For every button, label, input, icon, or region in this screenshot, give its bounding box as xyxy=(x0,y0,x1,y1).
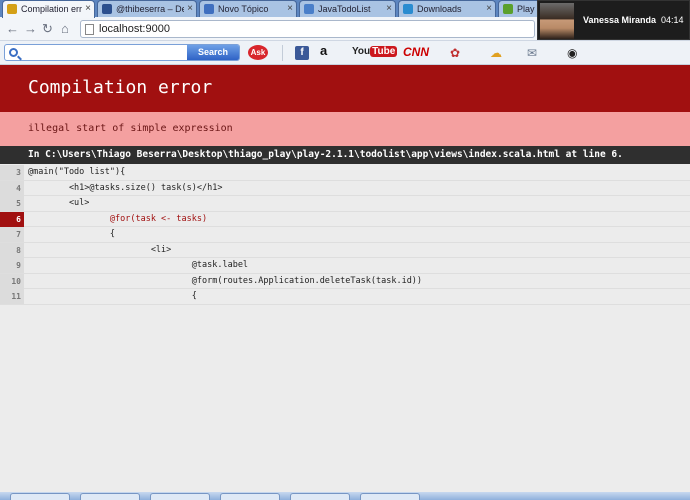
line-number: 3 xyxy=(0,165,24,180)
line-number: 10 xyxy=(0,273,24,289)
tab-downloads[interactable]: Downloads × xyxy=(398,0,496,17)
line-number: 8 xyxy=(0,242,24,258)
code-line: 10 @form(routes.Application.deleteTask(t… xyxy=(0,273,690,289)
page-favicon-icon xyxy=(503,4,513,14)
source-code: 3 @main("Todo list"){ 4 <h1>@tasks.size(… xyxy=(0,165,690,305)
page-favicon-icon xyxy=(304,4,314,14)
page-favicon-icon xyxy=(102,4,112,14)
amazon-icon[interactable]: a xyxy=(320,43,338,60)
taskbar-button[interactable] xyxy=(80,493,140,500)
chat-notification[interactable]: Vanessa Miranda 04:14 xyxy=(537,0,690,40)
code-text: { xyxy=(28,291,197,301)
page-icon xyxy=(85,24,94,35)
code-line-error: 6 @for(task <- tasks) xyxy=(0,211,690,227)
forward-icon[interactable]: → xyxy=(24,21,37,36)
error-file-path: In C:\Users\Thiago Beserra\Desktop\thiag… xyxy=(28,149,623,160)
line-number: 7 xyxy=(0,227,24,242)
cnn-icon[interactable]: CNN xyxy=(403,45,433,62)
taskbar-button[interactable] xyxy=(10,493,70,500)
puzzle-icon[interactable]: ✿ xyxy=(450,46,468,63)
code-line: 3 @main("Todo list"){ xyxy=(0,165,690,181)
reload-icon[interactable]: ↻ xyxy=(42,21,53,37)
close-icon[interactable]: × xyxy=(85,3,91,14)
tab-label: Compilation erro xyxy=(21,4,82,14)
taskbar-button[interactable] xyxy=(360,493,420,500)
error-file-bar: In C:\Users\Thiago Beserra\Desktop\thiag… xyxy=(0,146,690,164)
toolbar-search-input[interactable]: Search xyxy=(4,44,240,61)
search-button[interactable]: Search xyxy=(187,45,239,60)
taskbar-button[interactable] xyxy=(290,493,350,500)
code-text: <h1>@tasks.size() task(s)</h1> xyxy=(28,182,223,193)
divider xyxy=(282,45,283,61)
back-icon[interactable]: ← xyxy=(6,21,19,36)
close-icon[interactable]: × xyxy=(287,3,293,14)
mail-icon[interactable]: ✉ xyxy=(527,46,545,63)
tab-label: Novo Tópico xyxy=(218,4,269,14)
facebook-icon[interactable]: f xyxy=(295,46,309,60)
youtube-icon[interactable]: You Tube xyxy=(352,46,398,63)
code-line: 11 { xyxy=(0,289,690,305)
tab-label: Play F xyxy=(517,4,535,14)
code-text: { xyxy=(28,229,115,239)
tab-thibeserra[interactable]: @thibeserra – De × xyxy=(97,0,197,17)
error-message: illegal start of simple expression xyxy=(28,123,233,134)
code-line: 9 @task.label xyxy=(0,258,690,274)
tab-label: JavaTodoList xyxy=(318,4,371,14)
close-icon[interactable]: × xyxy=(486,3,492,14)
line-number: 4 xyxy=(0,180,24,196)
address-url[interactable]: localhost:9000 xyxy=(99,23,170,35)
code-text: @main("Todo list"){ xyxy=(28,167,126,177)
home-icon[interactable]: ⌂ xyxy=(61,21,69,36)
error-header: Compilation error xyxy=(0,65,690,112)
tab-label: Downloads xyxy=(417,4,462,14)
code-line: 5 <ul> xyxy=(0,196,690,212)
line-number: 9 xyxy=(0,258,24,273)
page-favicon-icon xyxy=(204,4,214,14)
code-text: @task.label xyxy=(28,260,249,270)
page-favicon-icon xyxy=(7,4,17,14)
page-title: Compilation error xyxy=(28,77,213,98)
code-text: <ul> xyxy=(28,198,90,208)
line-number: 5 xyxy=(0,196,24,211)
tab-label: @thibeserra – De xyxy=(116,4,184,14)
code-line: 7 { xyxy=(0,227,690,243)
os-taskbar xyxy=(0,492,690,500)
browser-window: Compilation erro × @thibeserra – De × No… xyxy=(0,0,690,500)
close-icon[interactable]: × xyxy=(386,3,392,14)
tab-novo-topico[interactable]: Novo Tópico × xyxy=(199,0,297,17)
contact-name: Vanessa Miranda xyxy=(583,15,657,25)
code-text: @form(routes.Application.deleteTask(task… xyxy=(28,275,423,286)
youtube-label-you: You xyxy=(352,46,371,57)
taskbar-button[interactable] xyxy=(220,493,280,500)
line-number: 6 xyxy=(0,211,24,227)
code-line: 8 <li> xyxy=(0,242,690,258)
code-text: @for(task <- tasks) xyxy=(28,213,208,224)
search-icon xyxy=(9,48,18,57)
close-icon[interactable]: × xyxy=(187,3,193,14)
weather-icon[interactable]: ☁ xyxy=(490,46,508,63)
download-icon xyxy=(403,4,413,14)
code-line: 4 <h1>@tasks.size() task(s)</h1> xyxy=(0,180,690,196)
avatar xyxy=(540,3,574,39)
tab-compilation-error[interactable]: Compilation erro × xyxy=(2,0,95,18)
extension-icon[interactable]: ◉ xyxy=(567,46,585,63)
notification-time: 04:14 xyxy=(661,15,684,25)
youtube-label-tube: Tube xyxy=(370,46,398,57)
taskbar-button[interactable] xyxy=(150,493,210,500)
address-bar[interactable]: localhost:9000 xyxy=(80,20,535,38)
error-message-bar: illegal start of simple expression xyxy=(0,112,690,146)
ask-icon[interactable]: Ask xyxy=(248,45,268,60)
tab-javatodolist[interactable]: JavaTodoList × xyxy=(299,0,396,17)
line-number: 11 xyxy=(0,289,24,304)
code-text: <li> xyxy=(28,244,172,255)
bookmarks-bar: Search Ask f a You Tube CNN ✿ ☁ ✉ ◉ xyxy=(0,41,690,65)
